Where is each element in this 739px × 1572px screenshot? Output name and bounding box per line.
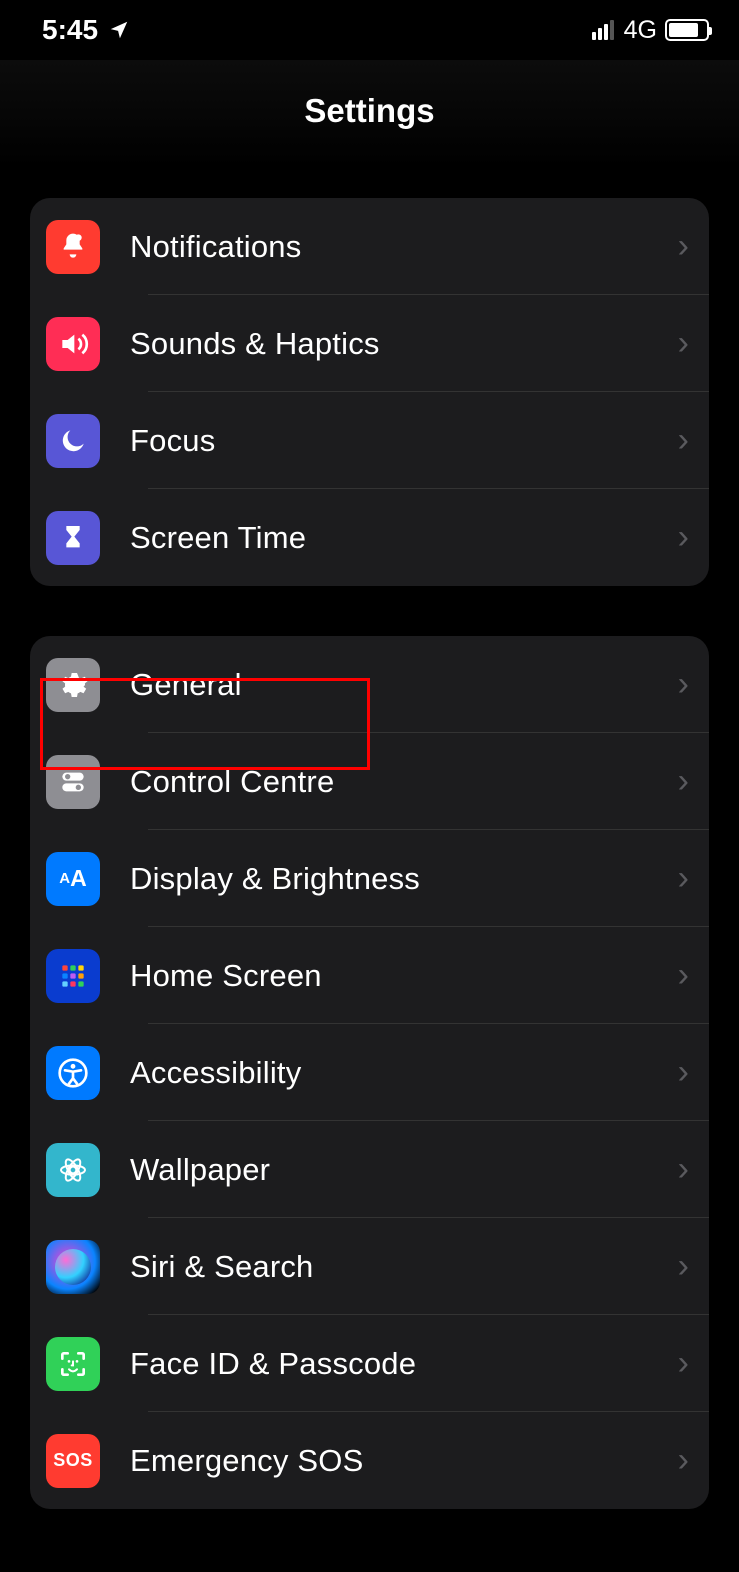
chevron-right-icon: › xyxy=(678,956,689,995)
settings-row-notifications[interactable]: Notifications› xyxy=(30,198,709,295)
settings-row-emergency-sos[interactable]: SOS Emergency SOS› xyxy=(30,1412,709,1509)
settings-list: Notifications›Sounds & Haptics›Focus›Scr… xyxy=(0,198,739,1509)
moon-icon xyxy=(46,414,100,468)
chevron-right-icon: › xyxy=(678,1344,689,1383)
flower-icon xyxy=(46,1143,100,1197)
clock: 5:45 xyxy=(42,14,98,46)
siri-icon xyxy=(46,1240,100,1294)
settings-row-siri-search[interactable]: Siri & Search› xyxy=(30,1218,709,1315)
gear-icon xyxy=(46,658,100,712)
chevron-right-icon: › xyxy=(678,227,689,266)
textsize-icon: AA xyxy=(46,852,100,906)
settings-row-control-centre[interactable]: Control Centre› xyxy=(30,733,709,830)
chevron-right-icon: › xyxy=(678,1150,689,1189)
settings-row-general[interactable]: General› xyxy=(30,636,709,733)
row-label: Notifications xyxy=(130,229,678,265)
chevron-right-icon: › xyxy=(678,1247,689,1286)
accessibility-icon xyxy=(46,1046,100,1100)
grid-icon xyxy=(46,949,100,1003)
speaker-icon xyxy=(46,317,100,371)
chevron-right-icon: › xyxy=(678,1053,689,1092)
chevron-right-icon: › xyxy=(678,518,689,557)
chevron-right-icon: › xyxy=(678,324,689,363)
chevron-right-icon: › xyxy=(678,859,689,898)
row-label: Siri & Search xyxy=(130,1249,678,1285)
switches-icon xyxy=(46,755,100,809)
row-label: Wallpaper xyxy=(130,1152,678,1188)
faceid-icon xyxy=(46,1337,100,1391)
row-label: Face ID & Passcode xyxy=(130,1346,678,1382)
chevron-right-icon: › xyxy=(678,762,689,801)
battery-icon xyxy=(665,19,709,41)
chevron-right-icon: › xyxy=(678,421,689,460)
row-label: Sounds & Haptics xyxy=(130,326,678,362)
settings-row-face-id-passcode[interactable]: Face ID & Passcode› xyxy=(30,1315,709,1412)
row-label: Emergency SOS xyxy=(130,1443,678,1479)
row-label: General xyxy=(130,667,678,703)
row-label: Display & Brightness xyxy=(130,861,678,897)
sos-icon: SOS xyxy=(46,1434,100,1488)
network-label: 4G xyxy=(624,16,657,45)
bell-icon xyxy=(46,220,100,274)
status-left: 5:45 xyxy=(42,14,130,46)
settings-group: General›Control Centre›AADisplay & Brigh… xyxy=(30,636,709,1509)
settings-row-home-screen[interactable]: Home Screen› xyxy=(30,927,709,1024)
row-label: Focus xyxy=(130,423,678,459)
settings-row-sounds-haptics[interactable]: Sounds & Haptics› xyxy=(30,295,709,392)
cellular-signal-icon xyxy=(592,20,614,40)
settings-row-wallpaper[interactable]: Wallpaper› xyxy=(30,1121,709,1218)
settings-row-focus[interactable]: Focus› xyxy=(30,392,709,489)
hourglass-icon xyxy=(46,511,100,565)
chevron-right-icon: › xyxy=(678,1441,689,1480)
settings-row-screen-time[interactable]: Screen Time› xyxy=(30,489,709,586)
row-label: Control Centre xyxy=(130,764,678,800)
settings-row-accessibility[interactable]: Accessibility› xyxy=(30,1024,709,1121)
page-title: Settings xyxy=(0,60,739,168)
settings-row-display-brightness[interactable]: AA Display & Brightness› xyxy=(30,830,709,927)
chevron-right-icon: › xyxy=(678,665,689,704)
status-bar: 5:45 4G xyxy=(0,0,739,60)
row-label: Screen Time xyxy=(130,520,678,556)
location-icon xyxy=(108,19,130,41)
row-label: Accessibility xyxy=(130,1055,678,1091)
status-right: 4G xyxy=(592,16,709,45)
settings-group: Notifications›Sounds & Haptics›Focus›Scr… xyxy=(30,198,709,586)
row-label: Home Screen xyxy=(130,958,678,994)
